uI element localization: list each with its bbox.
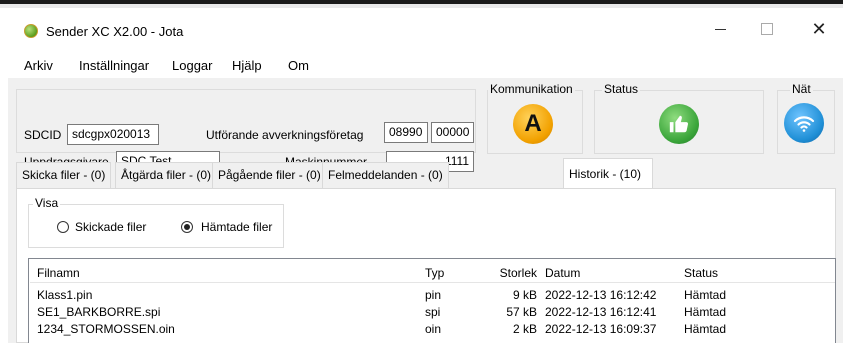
window-title: Sender XC X2.00 - Jota [46, 24, 184, 39]
kommunikation-letter: A [524, 110, 542, 137]
status-label: Status [602, 82, 641, 96]
nat-indicator [784, 103, 824, 143]
table-row[interactable]: SE1_BARKBORRE.spi spi 57 kB 2022-12-13 1… [30, 305, 835, 321]
tab-felmeddelanden[interactable]: Felmeddelanden - (0) [322, 162, 449, 188]
cell-status: Hämtad [684, 288, 727, 302]
thumbs-up-icon [669, 115, 689, 133]
maximize-icon [761, 23, 773, 35]
close-button[interactable]: ✕ [796, 14, 842, 44]
sdcid-label: SDCID [24, 128, 62, 142]
sdcid-field[interactable]: sdcgpx020013 [67, 124, 159, 145]
cell-filnamn: 1234_STORMOSSEN.oin [37, 322, 175, 336]
minimize-button[interactable] [697, 14, 743, 44]
app-icon [24, 24, 38, 38]
screen-top-strip [0, 0, 843, 8]
table-row[interactable]: 1234_STORMOSSEN.oin oin 2 kB 2022-12-13 … [30, 322, 835, 338]
column-storlek[interactable]: Storlek [480, 266, 537, 280]
table-row[interactable]: Klass1.pin pin 9 kB 2022-12-13 16:12:42 … [30, 288, 835, 304]
cell-storlek: 57 kB [506, 305, 537, 319]
menu-installningar[interactable]: Inställningar [79, 58, 149, 73]
column-filnamn[interactable]: Filnamn [37, 266, 80, 280]
cell-filnamn: SE1_BARKBORRE.spi [37, 305, 161, 319]
tab-atgarda-filer[interactable]: Åtgärda filer - (0) [115, 162, 218, 188]
cell-typ: oin [425, 322, 442, 336]
minimize-icon [714, 28, 726, 30]
nat-label: Nät [790, 82, 813, 96]
cell-datum: 2022-12-13 16:12:42 [545, 288, 657, 302]
cell-storlek: 2 kB [512, 322, 537, 336]
wifi-icon [793, 116, 815, 132]
tab-pagaende-filer[interactable]: Pågående filer - (0) [212, 162, 327, 188]
tab-historik[interactable]: Historik - (10) [563, 158, 653, 189]
column-datum[interactable]: Datum [545, 266, 580, 280]
tab-skicka-filer[interactable]: Skicka filer - (0) [16, 162, 112, 188]
column-typ[interactable]: Typ [425, 266, 444, 280]
column-status[interactable]: Status [684, 266, 718, 280]
utforande-field-2[interactable]: 00000 [431, 122, 474, 143]
radio-selected-dot [184, 224, 190, 230]
menu-hjalp[interactable]: Hjälp [232, 58, 262, 73]
cell-typ: spi [425, 305, 441, 319]
cell-datum: 2022-12-13 16:09:37 [545, 322, 657, 336]
utforande-field-1[interactable]: 08990 [384, 122, 428, 143]
radio-skickade-label[interactable]: Skickade filer [75, 220, 146, 234]
radio-hamtade-filer[interactable] [181, 221, 193, 233]
cell-filnamn: Klass1.pin [37, 288, 93, 302]
header-divider [30, 282, 835, 283]
radio-hamtade-label[interactable]: Hämtade filer [201, 220, 272, 234]
menu-loggar[interactable]: Loggar [172, 58, 212, 73]
maximize-button[interactable] [744, 14, 790, 44]
status-indicator [659, 104, 699, 144]
menu-arkiv[interactable]: Arkiv [24, 58, 53, 73]
cell-storlek: 9 kB [512, 288, 537, 302]
close-icon: ✕ [811, 18, 827, 39]
cell-status: Hämtad [684, 322, 727, 336]
utforande-label: Utförande avverkningsföretag [206, 128, 364, 142]
kommunikation-indicator: A [513, 104, 553, 144]
radio-skickade-filer[interactable] [57, 221, 69, 233]
menu-om[interactable]: Om [288, 58, 309, 73]
cell-status: Hämtad [684, 305, 727, 319]
kommunikation-label: Kommunikation [488, 82, 575, 96]
visa-label: Visa [33, 196, 61, 210]
cell-datum: 2022-12-13 16:12:41 [545, 305, 657, 319]
cell-typ: pin [425, 288, 442, 302]
